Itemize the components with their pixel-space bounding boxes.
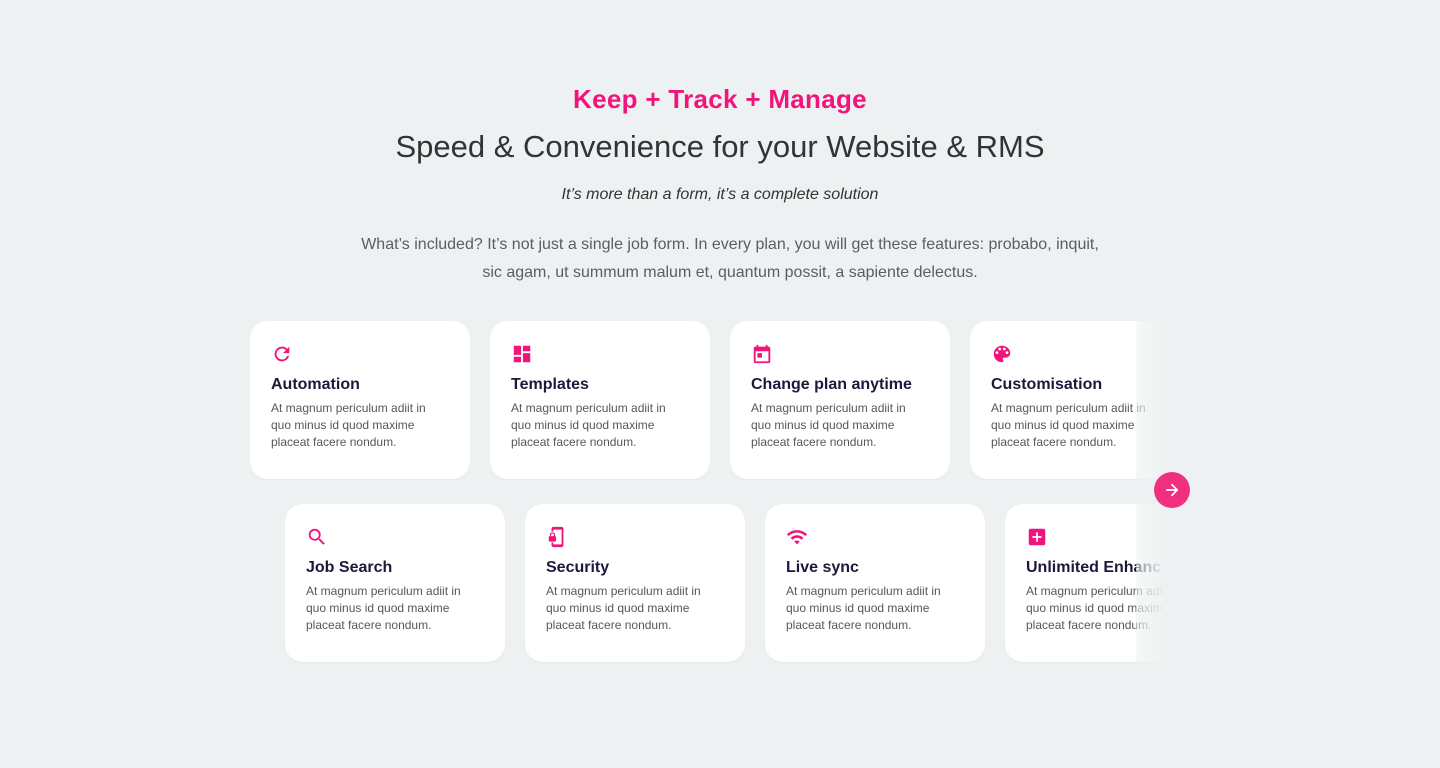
section-eyebrow: Keep + Track + Manage bbox=[573, 84, 867, 114]
feature-card-customisation: Customisation At magnum periculum adiit … bbox=[970, 321, 1162, 479]
dashboard-icon bbox=[511, 343, 533, 365]
feature-title: Automation bbox=[271, 376, 360, 393]
feature-description: At magnum periculum adiit in quo minus i… bbox=[271, 401, 426, 449]
feature-title: Live sync bbox=[786, 559, 859, 576]
feature-description: At magnum periculum adiit in quo minus i… bbox=[306, 584, 461, 632]
feature-card-change-plan: Change plan anytime At magnum periculum … bbox=[730, 321, 950, 479]
arrow-right-icon bbox=[1163, 481, 1181, 499]
feature-card-security: Security At magnum periculum adiit in qu… bbox=[525, 504, 745, 662]
feature-title: Change plan anytime bbox=[751, 376, 912, 393]
feature-description: At magnum periculum adiit in quo minus i… bbox=[751, 401, 906, 449]
palette-icon bbox=[991, 343, 1013, 365]
features-section: Keep + Track + Manage Speed & Convenienc… bbox=[0, 0, 1440, 768]
section-tagline: It’s more than a form, it’s a complete s… bbox=[561, 186, 879, 203]
feature-description: At magnum periculum adiit in quo minus i… bbox=[511, 401, 666, 449]
feature-row-1: Automation At magnum periculum adiit in … bbox=[250, 321, 1162, 479]
plus-box-icon bbox=[1026, 526, 1048, 548]
search-icon bbox=[306, 526, 328, 548]
feature-description: At magnum periculum adiit in quo minus i… bbox=[546, 584, 701, 632]
wifi-icon bbox=[786, 526, 808, 548]
feature-title: Security bbox=[546, 559, 610, 576]
calendar-icon bbox=[751, 343, 773, 365]
feature-title: Templates bbox=[511, 376, 589, 393]
feature-row-2: Job Search At magnum periculum adiit in … bbox=[285, 504, 1162, 662]
feature-card-job-search: Job Search At magnum periculum adiit in … bbox=[285, 504, 505, 662]
feature-card-live-sync: Live sync At magnum periculum adiit in q… bbox=[765, 504, 985, 662]
feature-description: At magnum periculum adiit in quo minus i… bbox=[786, 584, 941, 632]
phone-lock-icon bbox=[546, 526, 568, 548]
section-intro: What’s included? It’s not just a single … bbox=[361, 236, 1099, 281]
refresh-icon bbox=[271, 343, 293, 365]
feature-title: Job Search bbox=[306, 559, 393, 576]
carousel-next-button[interactable] bbox=[1154, 472, 1190, 508]
feature-card-automation: Automation At magnum periculum adiit in … bbox=[250, 321, 470, 479]
feature-card-templates: Templates At magnum periculum adiit in q… bbox=[490, 321, 710, 479]
feature-carousel: Automation At magnum periculum adiit in … bbox=[240, 312, 1162, 682]
section-headline: Speed & Convenience for your Website & R… bbox=[395, 129, 1045, 164]
